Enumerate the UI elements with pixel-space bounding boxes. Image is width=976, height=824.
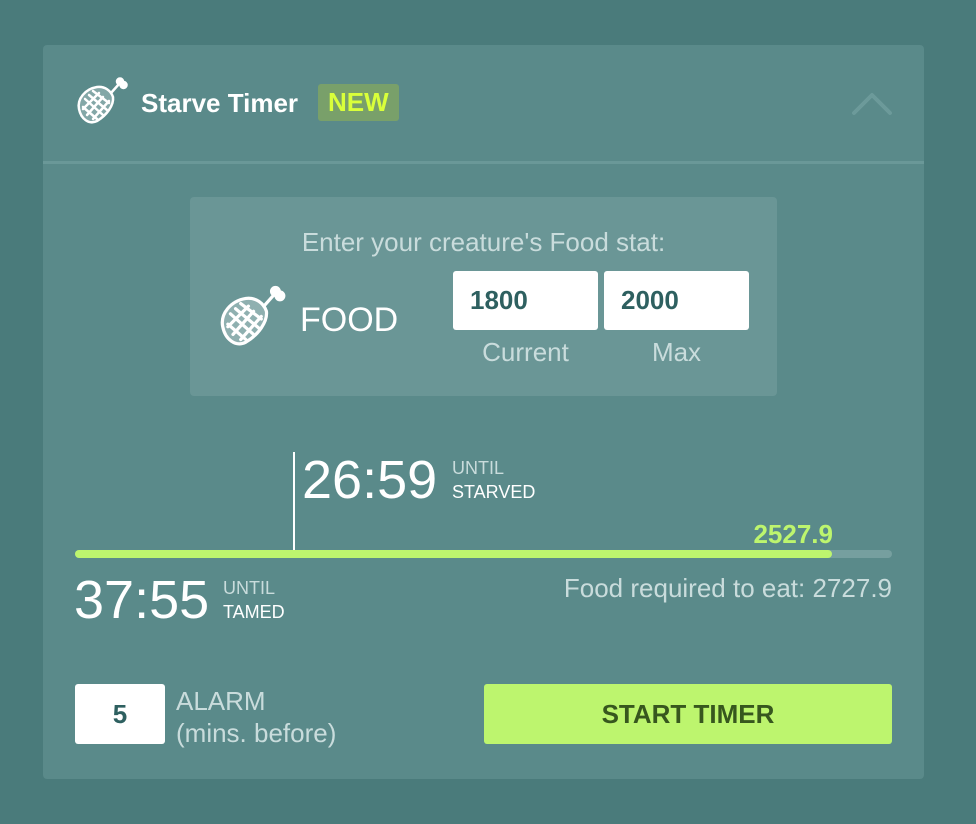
current-food-label: Current [482, 337, 569, 367]
food-progress-bar [75, 550, 892, 558]
alarm-label-line2: (mins. before) [176, 718, 337, 748]
food-stat-box: Enter your creature's Food stat: FOOD Cu… [190, 197, 777, 396]
food-required-text: Food required to eat: 2727.9 [563, 573, 892, 603]
starve-timer-panel: Starve Timer NEW Enter your creature's F… [43, 45, 924, 779]
tame-state-label: TAMED [223, 602, 285, 622]
meat-icon [220, 285, 286, 346]
new-badge: NEW [318, 84, 399, 121]
alarm-label: ALARM (mins. before) [176, 685, 336, 749]
starve-until-label: UNTIL [452, 458, 505, 478]
current-food-input[interactable] [453, 271, 598, 330]
starve-state-label: STARVED [452, 482, 536, 502]
meat-icon [77, 77, 128, 124]
food-progress-fill [75, 550, 833, 558]
chevron-up-icon[interactable] [848, 85, 896, 121]
tame-until-label: UNTIL [223, 578, 276, 598]
food-label: FOOD [300, 301, 399, 339]
start-timer-button[interactable]: START TIMER [484, 684, 892, 744]
panel-title: Starve Timer [141, 88, 299, 118]
tame-time: 37:55 [74, 570, 210, 630]
food-stat-prompt: Enter your creature's Food stat: [301, 227, 666, 257]
max-food-input[interactable] [604, 271, 749, 330]
panel-header[interactable]: Starve Timer NEW [43, 45, 924, 164]
max-food-label: Max [651, 337, 702, 367]
alarm-minutes-input[interactable] [75, 684, 165, 744]
starve-marker-line [293, 452, 295, 550]
progress-value: 2527.9 [753, 519, 833, 549]
alarm-label-line1: ALARM [176, 686, 266, 716]
starve-time: 26:59 [302, 450, 438, 510]
